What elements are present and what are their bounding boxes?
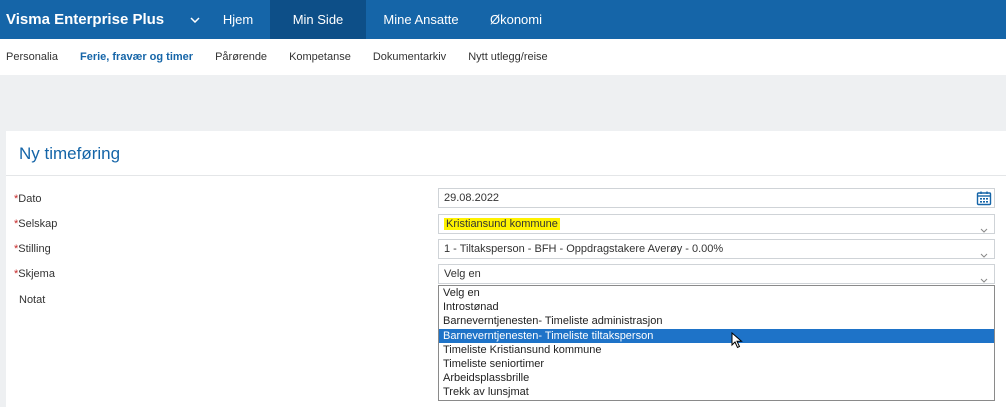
title-divider — [6, 175, 1006, 176]
nav-hjem[interactable]: Hjem — [206, 0, 270, 39]
subnav-ferie-fravaer-timer[interactable]: Ferie, fravær og timer — [74, 51, 193, 63]
chevron-down-icon — [980, 246, 988, 264]
brand-menu[interactable]: Visma Enterprise Plus — [0, 0, 206, 39]
skjema-select[interactable]: Velg en — [438, 264, 995, 284]
skjema-dropdown-list: Velg en Introstønad Barneverntjenesten- … — [438, 285, 995, 401]
dropdown-option[interactable]: Timeliste Kristiansund kommune — [439, 343, 994, 357]
brand-name: Visma Enterprise Plus — [6, 11, 165, 28]
top-navigation-bar: Visma Enterprise Plus Hjem Min Side Mine… — [0, 0, 1006, 39]
calendar-icon[interactable] — [976, 190, 992, 212]
dropdown-option[interactable]: Velg en — [439, 286, 994, 300]
nav-mine-ansatte[interactable]: Mine Ansatte — [366, 0, 476, 39]
dato-field[interactable]: 29.08.2022 — [438, 188, 995, 208]
page-title: Ny timeføring — [19, 144, 121, 163]
stilling-select[interactable]: 1 - Tiltaksperson - BFH - Oppdragstakere… — [438, 239, 995, 259]
stilling-value: 1 - Tiltaksperson - BFH - Oppdragstakere… — [444, 243, 724, 255]
mouse-cursor-icon — [731, 331, 743, 354]
stilling-label: *Stilling — [14, 243, 51, 255]
selskap-label: *Selskap — [14, 218, 58, 230]
dropdown-option[interactable]: Barneverntjenesten- Timeliste administra… — [439, 314, 994, 328]
dropdown-option-highlighted[interactable]: Barneverntjenesten- Timeliste tiltaksper… — [439, 328, 994, 343]
chevron-down-icon — [980, 221, 988, 239]
dropdown-option[interactable]: Introstønad — [439, 300, 994, 314]
skjema-value: Velg en — [444, 268, 481, 280]
selskap-select[interactable]: Kristiansund kommune — [438, 214, 995, 234]
dropdown-option[interactable]: Trekk av lunsjmat — [439, 385, 994, 399]
nav-okonomi[interactable]: Økonomi — [476, 0, 556, 39]
subnav-dokumentarkiv[interactable]: Dokumentarkiv — [367, 51, 446, 63]
dato-label: *Dato — [14, 193, 42, 205]
selskap-value: Kristiansund kommune — [444, 218, 560, 230]
dato-value: 29.08.2022 — [444, 192, 500, 204]
subnav-personalia[interactable]: Personalia — [0, 51, 58, 63]
subnav-nytt-utlegg-reise[interactable]: Nytt utlegg/reise — [462, 51, 547, 63]
dropdown-option[interactable]: Arbeidsplassbrille — [439, 371, 994, 385]
nav-min-side[interactable]: Min Side — [270, 0, 366, 39]
subnav-parorende[interactable]: Pårørende — [209, 51, 267, 63]
skjema-label: *Skjema — [14, 268, 55, 280]
subnav-kompetanse[interactable]: Kompetanse — [283, 51, 351, 63]
sub-navigation: Personalia Ferie, fravær og timer Pårøre… — [0, 39, 1006, 75]
chevron-down-icon[interactable] — [190, 16, 200, 23]
dropdown-option[interactable]: Timeliste seniortimer — [439, 357, 994, 371]
notat-label: Notat — [19, 294, 46, 306]
